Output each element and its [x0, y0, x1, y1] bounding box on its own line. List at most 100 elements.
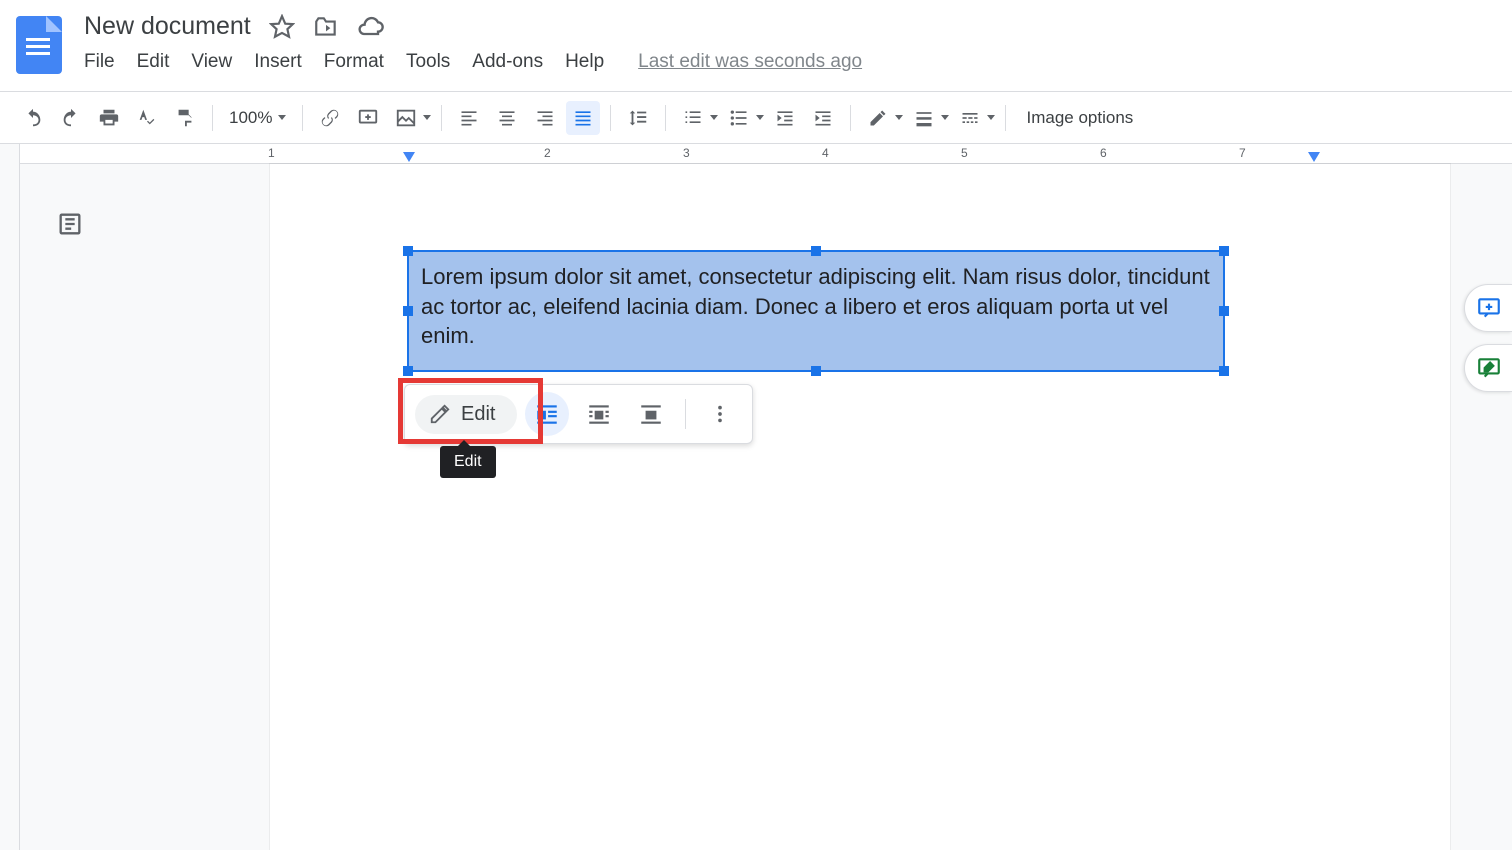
line-spacing-icon[interactable]	[621, 101, 655, 135]
border-dash-button[interactable]	[953, 101, 995, 135]
menu-tools[interactable]: Tools	[406, 51, 450, 73]
app-header: New document File Edit View Insert Forma…	[0, 0, 1512, 92]
align-left-icon[interactable]	[452, 101, 486, 135]
resize-handle[interactable]	[811, 366, 821, 376]
workspace: 1 2 3 4 5 6 7 1 2 3 4 Lorem ipsum dolor	[0, 144, 1512, 850]
indent-right-marker[interactable]	[1308, 152, 1320, 162]
resize-handle[interactable]	[403, 366, 413, 376]
bulleted-list-icon	[722, 101, 756, 135]
last-edit-link[interactable]: Last edit was seconds ago	[638, 51, 862, 73]
toolbar-separator	[441, 105, 442, 131]
toolbar-separator	[665, 105, 666, 131]
object-float-toolbar: Edit	[404, 384, 753, 444]
resize-handle[interactable]	[403, 246, 413, 256]
text-box-content: Lorem ipsum dolor sit amet, consectetur …	[409, 252, 1223, 361]
toolbar: 100% Image options	[0, 92, 1512, 144]
more-options-button[interactable]	[698, 392, 742, 436]
more-vertical-icon	[709, 403, 731, 425]
resize-handle[interactable]	[403, 306, 413, 316]
increase-indent-icon[interactable]	[806, 101, 840, 135]
redo-icon[interactable]	[54, 101, 88, 135]
resize-handle[interactable]	[811, 246, 821, 256]
toolbar-separator	[685, 399, 686, 429]
paint-format-icon[interactable]	[168, 101, 202, 135]
border-dash-icon	[953, 101, 987, 135]
toolbar-separator	[1005, 105, 1006, 131]
spellcheck-icon[interactable]	[130, 101, 164, 135]
border-color-button[interactable]	[861, 101, 903, 135]
menu-format[interactable]: Format	[324, 51, 384, 73]
cloud-status-icon[interactable]	[357, 13, 385, 41]
resize-handle[interactable]	[1219, 246, 1229, 256]
suggest-edits-fab[interactable]	[1464, 344, 1512, 392]
page[interactable]: Lorem ipsum dolor sit amet, consectetur …	[270, 164, 1450, 850]
decrease-indent-icon[interactable]	[768, 101, 802, 135]
edit-button[interactable]: Edit	[415, 395, 517, 434]
bulleted-list-button[interactable]	[722, 101, 764, 135]
move-icon[interactable]	[313, 14, 339, 40]
zoom-select[interactable]: 100%	[223, 108, 292, 128]
wrap-break-button[interactable]	[629, 392, 673, 436]
dropdown-arrow-icon	[941, 115, 949, 120]
selected-text-box[interactable]: Lorem ipsum dolor sit amet, consectetur …	[407, 250, 1225, 372]
star-icon[interactable]	[269, 14, 295, 40]
document-area: 1 2 3 4 5 6 7 1 2 3 4 Lorem ipsum dolor	[20, 144, 1512, 850]
toolbar-separator	[610, 105, 611, 131]
undo-icon[interactable]	[16, 101, 50, 135]
header-main: New document File Edit View Insert Forma…	[84, 10, 1496, 73]
menu-view[interactable]: View	[191, 51, 232, 73]
wrap-text-button[interactable]	[577, 392, 621, 436]
ruler-tick: 3	[683, 146, 690, 160]
numbered-list-icon	[676, 101, 710, 135]
border-weight-icon	[907, 101, 941, 135]
image-icon	[389, 101, 423, 135]
image-insert-button[interactable]	[389, 101, 431, 135]
toolbar-separator	[302, 105, 303, 131]
horizontal-ruler[interactable]: 1 2 3 4 5 6 7	[20, 144, 1512, 164]
numbered-list-button[interactable]	[676, 101, 718, 135]
edit-button-label: Edit	[461, 403, 495, 426]
resize-handle[interactable]	[1219, 306, 1229, 316]
menu-insert[interactable]: Insert	[254, 51, 302, 73]
comment-icon[interactable]	[351, 101, 385, 135]
ruler-tick: 4	[822, 146, 829, 160]
ruler-tick: 7	[1239, 146, 1246, 160]
dropdown-arrow-icon	[895, 115, 903, 120]
menu-edit[interactable]: Edit	[137, 51, 170, 73]
add-comment-fab[interactable]	[1464, 284, 1512, 332]
resize-handle[interactable]	[1219, 366, 1229, 376]
menu-help[interactable]: Help	[565, 51, 604, 73]
link-icon[interactable]	[313, 101, 347, 135]
wrap-inline-button[interactable]	[525, 392, 569, 436]
align-justify-icon[interactable]	[566, 101, 600, 135]
pen-icon	[861, 101, 895, 135]
ruler-tick: 5	[961, 146, 968, 160]
dropdown-arrow-icon	[423, 115, 431, 120]
dropdown-arrow-icon	[756, 115, 764, 120]
page-wrapper: Lorem ipsum dolor sit amet, consectetur …	[20, 164, 1512, 850]
toolbar-separator	[850, 105, 851, 131]
align-center-icon[interactable]	[490, 101, 524, 135]
edit-tooltip: Edit	[440, 446, 496, 478]
document-title[interactable]: New document	[84, 12, 251, 41]
menu-addons[interactable]: Add-ons	[472, 51, 543, 73]
ruler-tick: 2	[544, 146, 551, 160]
menu-bar: File Edit View Insert Format Tools Add-o…	[84, 51, 1496, 73]
outline-toggle-icon[interactable]	[48, 202, 92, 246]
ruler-tick: 6	[1100, 146, 1107, 160]
border-weight-button[interactable]	[907, 101, 949, 135]
pencil-icon	[429, 403, 451, 425]
indent-left-marker[interactable]	[403, 152, 415, 162]
print-icon[interactable]	[92, 101, 126, 135]
align-right-icon[interactable]	[528, 101, 562, 135]
ruler-tick: 1	[268, 146, 275, 160]
image-options-button[interactable]: Image options	[1026, 108, 1133, 128]
dropdown-arrow-icon	[278, 115, 286, 120]
docs-logo-icon[interactable]	[16, 16, 62, 74]
dropdown-arrow-icon	[987, 115, 995, 120]
zoom-value: 100%	[229, 108, 272, 128]
dropdown-arrow-icon	[710, 115, 718, 120]
menu-file[interactable]: File	[84, 51, 115, 73]
title-row: New document	[84, 12, 1496, 41]
toolbar-separator	[212, 105, 213, 131]
